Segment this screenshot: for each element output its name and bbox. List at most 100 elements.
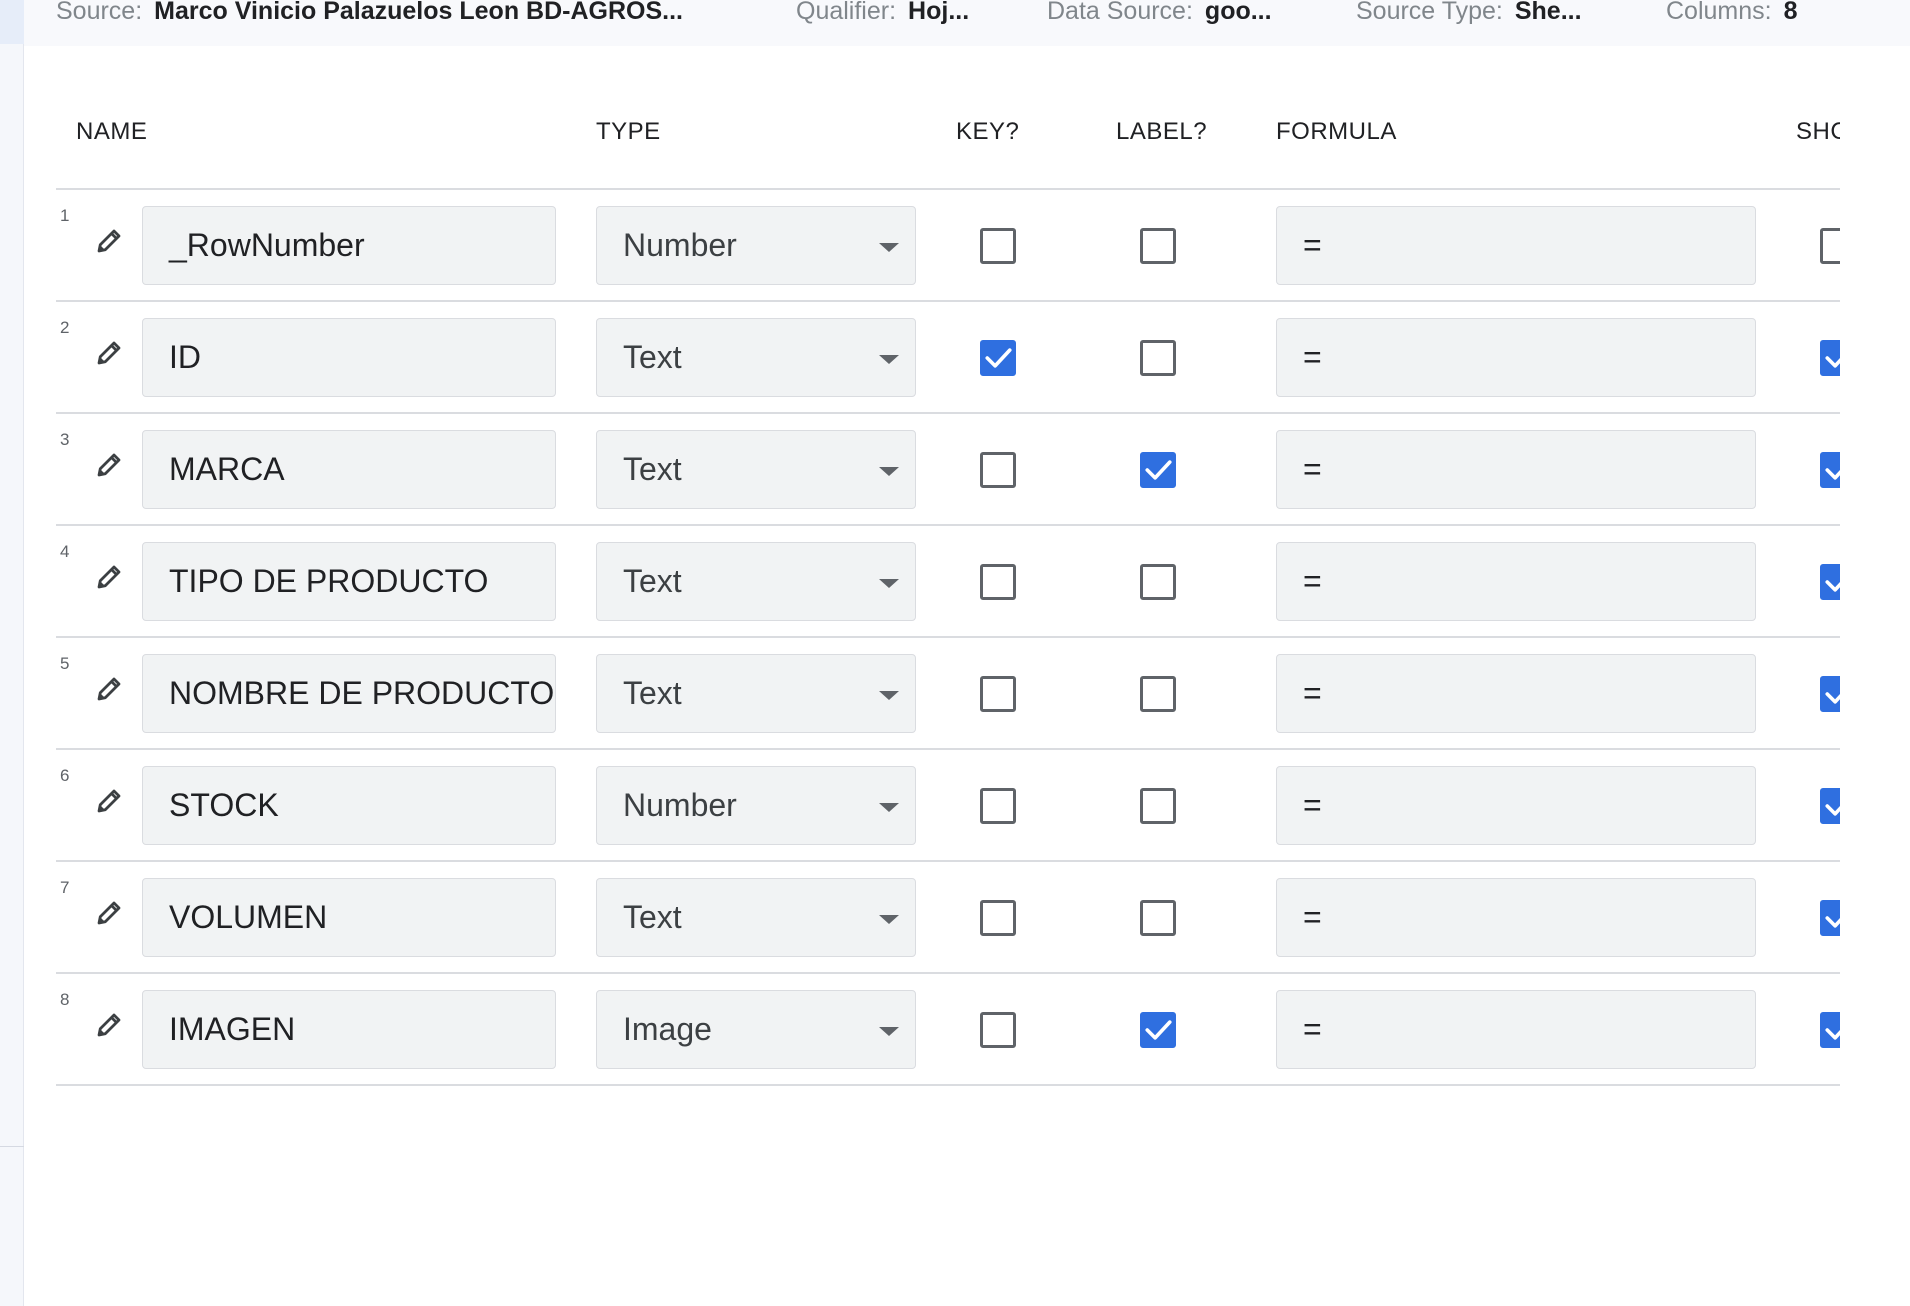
- column-type-select[interactable]: Number: [596, 206, 916, 285]
- info-source-value: Marco Vinicio Palazuelos Leon BD-AGROS..…: [154, 0, 683, 25]
- label-checkbox[interactable]: [1140, 564, 1176, 600]
- pencil-icon[interactable]: [94, 338, 124, 368]
- column-type-select[interactable]: Number: [596, 766, 916, 845]
- checkmark-icon: [1825, 692, 1840, 704]
- formula-field[interactable]: =: [1276, 318, 1756, 397]
- caret-down-icon: [879, 1027, 899, 1036]
- table-row: 3 MARCA Text =: [56, 414, 1840, 526]
- key-checkbox[interactable]: [980, 676, 1016, 712]
- checkmark-icon: [1825, 916, 1840, 928]
- caret-down-icon: [879, 803, 899, 812]
- column-name-field[interactable]: ID: [142, 318, 556, 397]
- info-columns-value: 8: [1783, 0, 1798, 25]
- info-qualifier: Qualifier: Hoj...: [796, 0, 1036, 26]
- row-number: 3: [60, 430, 70, 449]
- row-number: 1: [60, 206, 70, 225]
- key-checkbox[interactable]: [980, 1012, 1016, 1048]
- info-data-source: Data Source: goo...: [1047, 0, 1337, 26]
- formula-field[interactable]: =: [1276, 766, 1756, 845]
- key-checkbox[interactable]: [980, 788, 1016, 824]
- key-checkbox[interactable]: [980, 452, 1016, 488]
- label-checkbox[interactable]: [1140, 228, 1176, 264]
- formula-field[interactable]: =: [1276, 990, 1756, 1069]
- show-checkbox[interactable]: [1820, 1012, 1840, 1048]
- info-columns: Columns: 8: [1666, 0, 1866, 26]
- pencil-icon[interactable]: [94, 674, 124, 704]
- column-name-field[interactable]: IMAGEN: [142, 990, 556, 1069]
- column-header-show[interactable]: SHC: [1796, 118, 1840, 146]
- checkmark-icon: [1825, 1028, 1840, 1040]
- column-type-value: Number: [623, 227, 737, 263]
- pencil-icon[interactable]: [94, 226, 124, 256]
- column-header-key[interactable]: KEY?: [956, 118, 1019, 146]
- column-name-field[interactable]: STOCK: [142, 766, 556, 845]
- column-name-field[interactable]: MARCA: [142, 430, 556, 509]
- pencil-icon[interactable]: [94, 786, 124, 816]
- column-type-select[interactable]: Text: [596, 318, 916, 397]
- column-name-field[interactable]: VOLUMEN: [142, 878, 556, 957]
- row-number: 8: [60, 990, 70, 1009]
- info-data-source-label: Data Source:: [1047, 0, 1193, 25]
- checkmark-icon: [1825, 468, 1840, 480]
- formula-field[interactable]: =: [1276, 430, 1756, 509]
- info-source-type-label: Source Type:: [1356, 0, 1503, 25]
- key-checkbox[interactable]: [980, 228, 1016, 264]
- show-checkbox[interactable]: [1820, 228, 1840, 264]
- sidebar-active-tab[interactable]: [0, 0, 24, 44]
- formula-field[interactable]: =: [1276, 878, 1756, 957]
- info-source-type-value: She...: [1514, 0, 1582, 25]
- pencil-icon[interactable]: [94, 450, 124, 480]
- key-checkbox[interactable]: [980, 340, 1016, 376]
- sidebar-divider: [0, 1146, 24, 1147]
- column-name-field[interactable]: TIPO DE PRODUCTO: [142, 542, 556, 621]
- pencil-icon[interactable]: [94, 1010, 124, 1040]
- label-checkbox[interactable]: [1140, 900, 1176, 936]
- column-type-select[interactable]: Text: [596, 878, 916, 957]
- formula-field[interactable]: =: [1276, 542, 1756, 621]
- info-data-source-value: goo...: [1204, 0, 1272, 25]
- column-header-label[interactable]: LABEL?: [1116, 118, 1207, 146]
- key-checkbox[interactable]: [980, 564, 1016, 600]
- table-info-bar: Source: Marco Vinicio Palazuelos Leon BD-…: [24, 0, 1910, 46]
- checkmark-icon: [985, 348, 1012, 368]
- show-checkbox[interactable]: [1820, 340, 1840, 376]
- label-checkbox[interactable]: [1140, 340, 1176, 376]
- show-checkbox[interactable]: [1820, 676, 1840, 712]
- column-header-type[interactable]: TYPE: [596, 118, 661, 146]
- formula-field[interactable]: =: [1276, 654, 1756, 733]
- info-source-label: Source:: [56, 0, 143, 25]
- column-header-formula[interactable]: FORMULA: [1276, 118, 1397, 146]
- show-checkbox[interactable]: [1820, 788, 1840, 824]
- info-source-type: Source Type: She...: [1356, 0, 1626, 26]
- column-type-select[interactable]: Image: [596, 990, 916, 1069]
- info-qualifier-value: Hoj...: [908, 0, 970, 25]
- column-type-select[interactable]: Text: [596, 542, 916, 621]
- show-checkbox[interactable]: [1820, 564, 1840, 600]
- label-checkbox[interactable]: [1140, 1012, 1176, 1048]
- pencil-icon[interactable]: [94, 562, 124, 592]
- column-type-value: Text: [623, 451, 682, 487]
- pencil-icon[interactable]: [94, 898, 124, 928]
- table-row: 6 STOCK Number =: [56, 750, 1840, 862]
- formula-field[interactable]: =: [1276, 206, 1756, 285]
- show-checkbox[interactable]: [1820, 452, 1840, 488]
- row-number: 2: [60, 318, 70, 337]
- checkmark-icon: [1825, 356, 1840, 368]
- label-checkbox[interactable]: [1140, 676, 1176, 712]
- label-checkbox[interactable]: [1140, 788, 1176, 824]
- label-checkbox[interactable]: [1140, 452, 1176, 488]
- table-row: 5 NOMBRE DE PRODUCTO Text =: [56, 638, 1840, 750]
- left-sidebar-strip: [0, 0, 24, 1306]
- show-checkbox[interactable]: [1820, 900, 1840, 936]
- table-row: 1 _RowNumber Number =: [56, 190, 1840, 302]
- caret-down-icon: [879, 691, 899, 700]
- column-type-value: Text: [623, 563, 682, 599]
- column-header-name[interactable]: NAME: [76, 118, 147, 146]
- column-type-select[interactable]: Text: [596, 654, 916, 733]
- row-number: 4: [60, 542, 70, 561]
- key-checkbox[interactable]: [980, 900, 1016, 936]
- column-name-field[interactable]: _RowNumber: [142, 206, 556, 285]
- column-name-field[interactable]: NOMBRE DE PRODUCTO: [142, 654, 556, 733]
- checkmark-icon: [1145, 460, 1172, 480]
- column-type-select[interactable]: Text: [596, 430, 916, 509]
